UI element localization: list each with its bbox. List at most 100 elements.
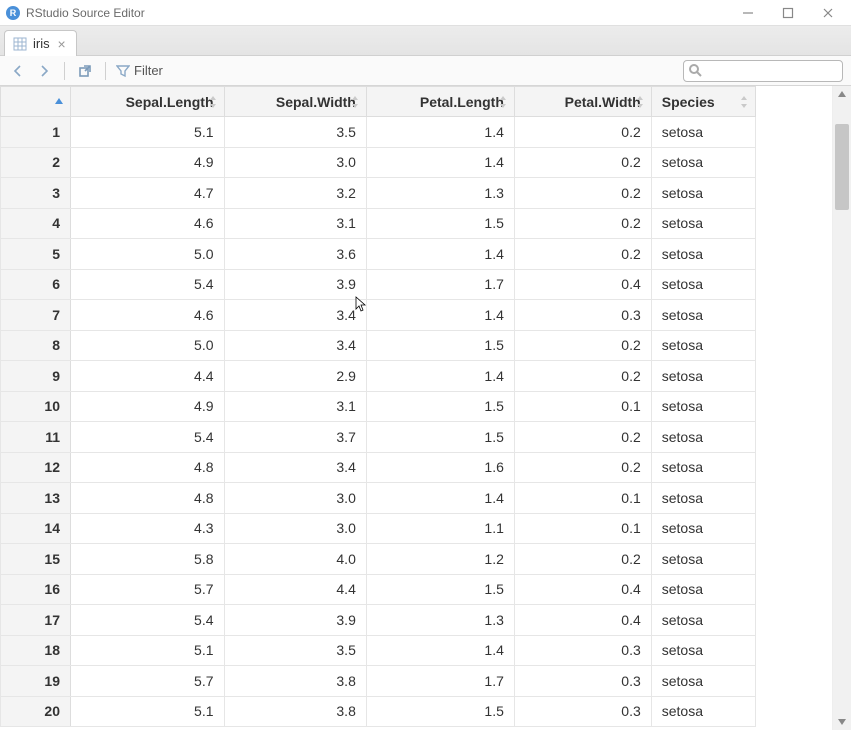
sort-toggle-icon[interactable] <box>208 95 218 109</box>
table-row: 104.93.11.50.1setosa <box>1 391 756 422</box>
scroll-down-button[interactable] <box>833 714 851 730</box>
cell-species: setosa <box>651 300 755 331</box>
column-header-species[interactable]: Species <box>651 87 755 117</box>
table-row: 115.43.71.50.2setosa <box>1 422 756 453</box>
tab-label: iris <box>33 36 50 51</box>
sort-asc-icon <box>54 94 64 110</box>
row-index-header[interactable] <box>1 87 71 117</box>
cell-sepal-width: 3.0 <box>224 513 366 544</box>
cell-species: setosa <box>651 361 755 392</box>
table-row: 165.74.41.50.4setosa <box>1 574 756 605</box>
row-index-cell: 20 <box>1 696 71 727</box>
scrollbar-thumb[interactable] <box>835 124 849 210</box>
cell-sepal-width: 3.4 <box>224 300 366 331</box>
scroll-up-button[interactable] <box>833 86 851 102</box>
row-index-cell: 12 <box>1 452 71 483</box>
cell-sepal-length: 5.0 <box>71 330 225 361</box>
filter-button[interactable]: Filter <box>116 63 163 78</box>
window-maximize-button[interactable] <box>777 2 799 24</box>
cell-sepal-length: 5.0 <box>71 239 225 270</box>
cell-petal-width: 0.2 <box>514 330 651 361</box>
data-table: Sepal.Length Sepal.Width Petal.Length Petal… <box>0 86 833 730</box>
cell-species: setosa <box>651 635 755 666</box>
row-index-cell: 19 <box>1 666 71 697</box>
column-header-sepal-length[interactable]: Sepal.Length <box>71 87 225 117</box>
column-header-petal-length[interactable]: Petal.Length <box>366 87 514 117</box>
cell-sepal-width: 3.8 <box>224 666 366 697</box>
row-index-cell: 15 <box>1 544 71 575</box>
table-row: 55.03.61.40.2setosa <box>1 239 756 270</box>
cell-species: setosa <box>651 330 755 361</box>
column-label: Petal.Length <box>420 94 504 110</box>
search-input[interactable] <box>683 60 843 82</box>
cell-sepal-length: 5.1 <box>71 696 225 727</box>
table-row: 134.83.01.40.1setosa <box>1 483 756 514</box>
cell-petal-width: 0.2 <box>514 208 651 239</box>
table-row: 65.43.91.70.4setosa <box>1 269 756 300</box>
cell-species: setosa <box>651 117 755 148</box>
cell-petal-length: 1.4 <box>366 300 514 331</box>
toolbar-divider <box>64 62 65 80</box>
row-index-cell: 14 <box>1 513 71 544</box>
column-label: Species <box>662 94 715 110</box>
table-row: 34.73.21.30.2setosa <box>1 178 756 209</box>
cell-sepal-length: 5.4 <box>71 605 225 636</box>
cell-petal-width: 0.2 <box>514 361 651 392</box>
row-index-cell: 7 <box>1 300 71 331</box>
cell-petal-length: 1.2 <box>366 544 514 575</box>
cell-petal-length: 1.4 <box>366 483 514 514</box>
column-label: Sepal.Width <box>276 94 356 110</box>
row-index-cell: 18 <box>1 635 71 666</box>
sort-toggle-icon[interactable] <box>350 95 360 109</box>
nav-forward-button[interactable] <box>34 61 54 81</box>
sort-toggle-icon[interactable] <box>635 95 645 109</box>
cell-sepal-length: 4.8 <box>71 452 225 483</box>
cell-sepal-length: 4.9 <box>71 147 225 178</box>
vertical-scrollbar[interactable] <box>833 86 851 730</box>
cell-petal-length: 1.7 <box>366 269 514 300</box>
cell-petal-length: 1.7 <box>366 666 514 697</box>
row-index-cell: 5 <box>1 239 71 270</box>
cell-sepal-width: 3.4 <box>224 330 366 361</box>
cell-sepal-width: 3.9 <box>224 269 366 300</box>
cell-sepal-width: 3.5 <box>224 635 366 666</box>
popout-window-button[interactable] <box>75 61 95 81</box>
cell-species: setosa <box>651 208 755 239</box>
cell-petal-length: 1.4 <box>366 239 514 270</box>
cell-sepal-width: 3.9 <box>224 605 366 636</box>
search-box[interactable] <box>683 60 843 82</box>
rstudio-app-icon: R <box>6 6 20 20</box>
window-minimize-button[interactable] <box>737 2 759 24</box>
cell-species: setosa <box>651 696 755 727</box>
cell-sepal-width: 3.1 <box>224 391 366 422</box>
cell-sepal-width: 3.2 <box>224 178 366 209</box>
column-header-petal-width[interactable]: Petal.Width <box>514 87 651 117</box>
cell-petal-width: 0.3 <box>514 666 651 697</box>
tab-iris[interactable]: iris × <box>4 30 77 56</box>
table-row: 195.73.81.70.3setosa <box>1 666 756 697</box>
cell-petal-width: 0.2 <box>514 147 651 178</box>
cell-species: setosa <box>651 422 755 453</box>
cell-sepal-length: 5.1 <box>71 117 225 148</box>
nav-back-button[interactable] <box>8 61 28 81</box>
row-index-cell: 16 <box>1 574 71 605</box>
cell-species: setosa <box>651 269 755 300</box>
cell-petal-width: 0.2 <box>514 452 651 483</box>
sort-toggle-icon[interactable] <box>498 95 508 109</box>
row-index-cell: 6 <box>1 269 71 300</box>
table-row: 155.84.01.20.2setosa <box>1 544 756 575</box>
cell-petal-width: 0.2 <box>514 117 651 148</box>
tab-close-button[interactable]: × <box>56 38 68 50</box>
window-title: RStudio Source Editor <box>26 6 737 20</box>
cell-petal-length: 1.5 <box>366 422 514 453</box>
cell-sepal-length: 5.4 <box>71 422 225 453</box>
window-close-button[interactable] <box>817 2 839 24</box>
row-index-cell: 17 <box>1 605 71 636</box>
row-index-cell: 4 <box>1 208 71 239</box>
sort-toggle-icon[interactable] <box>739 95 749 109</box>
cell-species: setosa <box>651 544 755 575</box>
table-row: 94.42.91.40.2setosa <box>1 361 756 392</box>
column-header-sepal-width[interactable]: Sepal.Width <box>224 87 366 117</box>
filter-label: Filter <box>134 63 163 78</box>
cell-sepal-length: 4.8 <box>71 483 225 514</box>
